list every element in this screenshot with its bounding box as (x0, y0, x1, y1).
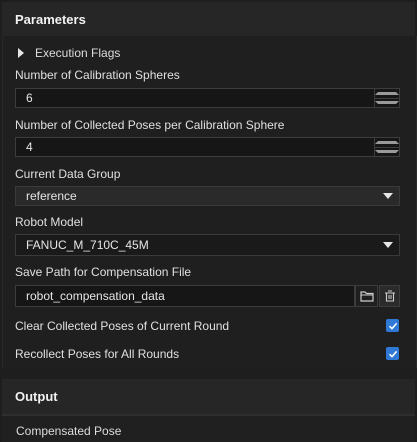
spin-up-icon (375, 140, 399, 144)
num-spheres-spin-buttons (374, 89, 399, 107)
robot-model-value: FANUC_M_710C_45M (26, 238, 149, 252)
check-icon (388, 350, 397, 358)
parameters-header[interactable]: Parameters (2, 2, 415, 37)
num-poses-label: Number of Collected Poses per Calibratio… (15, 118, 285, 132)
data-group-label: Current Data Group (15, 167, 121, 181)
save-path-value[interactable]: robot_compensation_data (26, 289, 165, 303)
clear-path-icon (384, 290, 395, 302)
output-header[interactable]: Output (2, 379, 415, 415)
num-poses-up-button[interactable] (375, 138, 399, 147)
recollect-poses-checkbox[interactable] (386, 347, 399, 360)
num-poses-spinbox[interactable]: 4 (15, 137, 400, 157)
parameters-panel: Parameters Execution Flags Number of Cal… (0, 0, 417, 442)
robot-model-select[interactable]: FANUC_M_710C_45M (15, 234, 400, 256)
num-poses-down-button[interactable] (375, 146, 399, 157)
data-group-value: reference (26, 189, 77, 203)
spin-down-icon (375, 101, 399, 105)
dropdown-arrow-icon (383, 193, 393, 199)
folder-icon (359, 291, 374, 302)
compensated-pose-label: Compensated Pose (16, 424, 122, 438)
output-title: Output (15, 389, 58, 404)
save-path-input[interactable]: robot_compensation_data (15, 285, 355, 307)
parameters-title: Parameters (15, 11, 86, 27)
num-poses-spin-buttons (374, 138, 399, 156)
check-icon (388, 322, 397, 330)
spin-up-icon (375, 91, 399, 95)
num-spheres-up-button[interactable] (375, 89, 399, 98)
num-spheres-down-button[interactable] (375, 97, 399, 108)
browse-folder-button[interactable] (355, 285, 378, 307)
num-spheres-label: Number of Calibration Spheres (15, 68, 180, 82)
clear-poses-checkbox[interactable] (386, 319, 399, 332)
clear-path-button[interactable] (379, 285, 400, 307)
output-content: Compensated Pose (2, 415, 415, 442)
chevron-right-icon (18, 48, 24, 58)
spin-down-icon (375, 150, 399, 154)
dropdown-arrow-icon (383, 242, 393, 248)
num-spheres-value[interactable]: 6 (26, 91, 33, 105)
execution-flags-toggle[interactable]: Execution Flags (18, 44, 120, 62)
num-poses-value[interactable]: 4 (26, 140, 33, 154)
data-group-select[interactable]: reference (15, 186, 400, 206)
num-spheres-spinbox[interactable]: 6 (15, 88, 400, 108)
robot-model-label: Robot Model (15, 215, 84, 229)
save-path-label: Save Path for Compensation File (15, 265, 192, 279)
recollect-poses-label: Recollect Poses for All Rounds (15, 347, 180, 361)
clear-poses-label: Clear Collected Poses of Current Round (15, 319, 230, 333)
execution-flags-label: Execution Flags (35, 46, 121, 60)
